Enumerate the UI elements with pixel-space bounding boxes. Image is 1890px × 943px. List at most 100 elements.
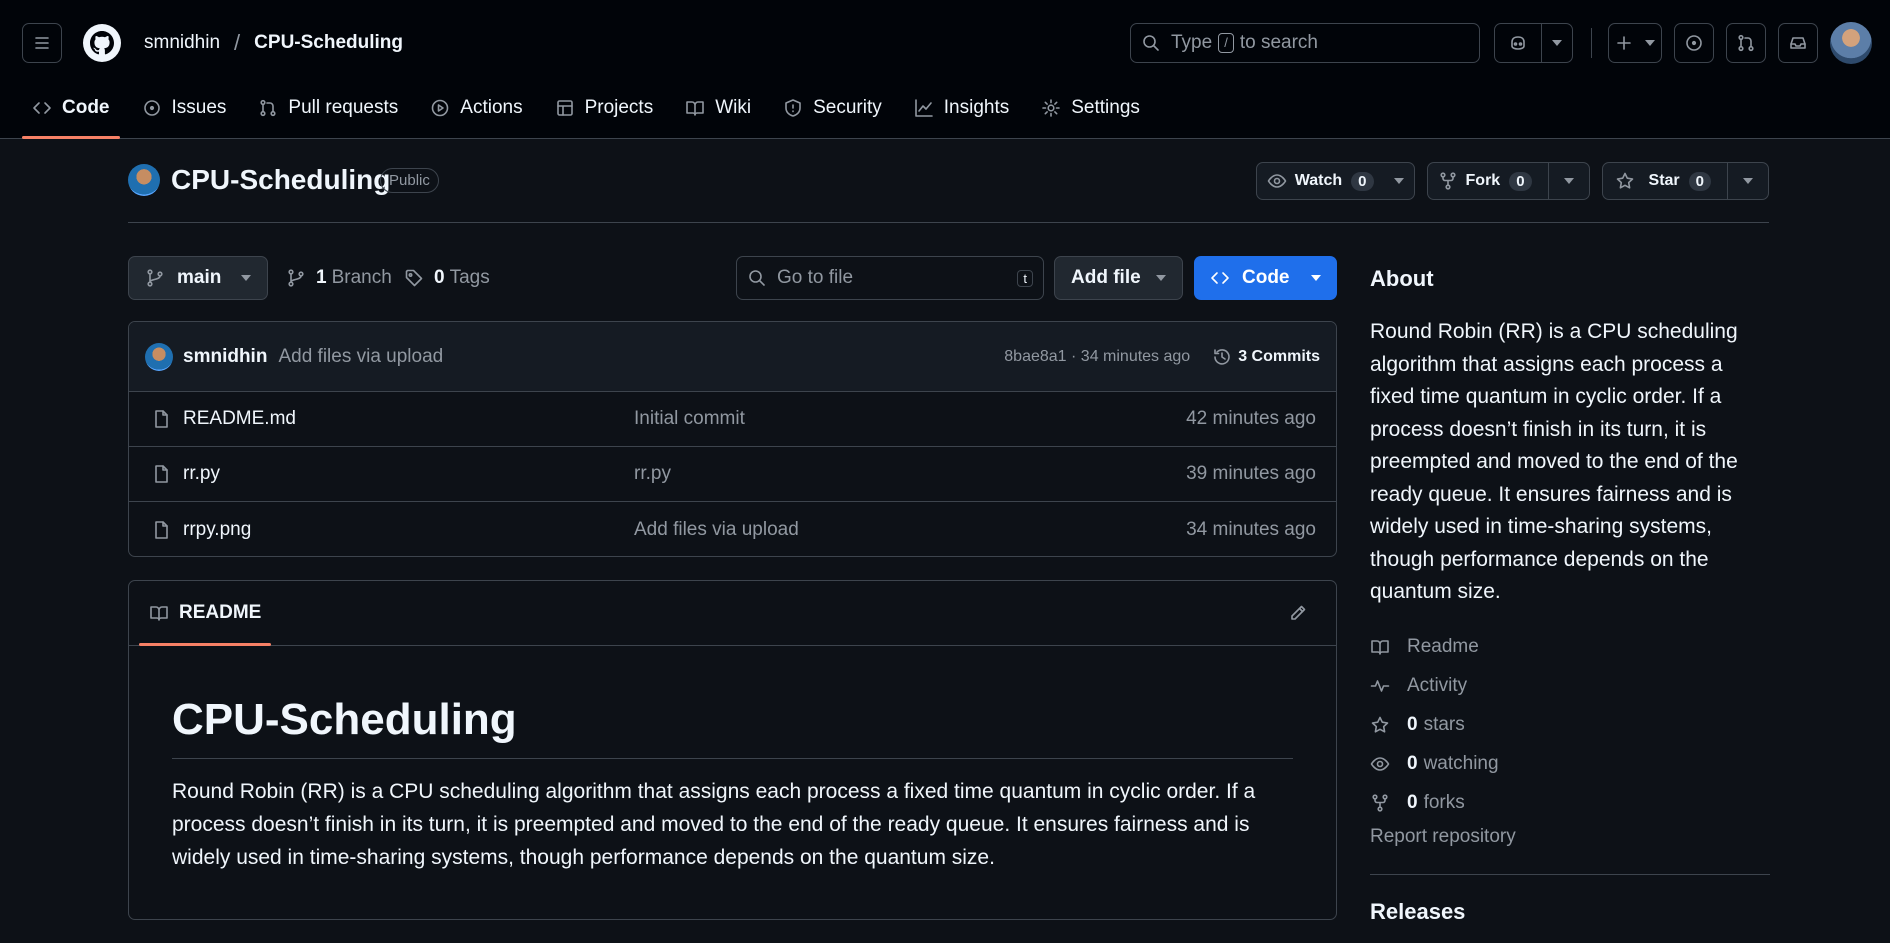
go-to-file-input[interactable]: Go to file t bbox=[736, 256, 1044, 300]
issue-icon bbox=[143, 100, 160, 116]
repo-title[interactable]: CPU-Scheduling bbox=[171, 164, 390, 196]
chevron-down-icon bbox=[1552, 40, 1562, 46]
header-divider bbox=[1591, 28, 1592, 58]
file-commit-message[interactable]: Add files via upload bbox=[634, 519, 799, 541]
file-row[interactable]: README.md Initial commit 42 minutes ago bbox=[129, 392, 1336, 447]
tab-label: Actions bbox=[460, 97, 523, 118]
about-description: Round Robin (RR) is a CPU scheduling alg… bbox=[1370, 320, 1738, 603]
file-name[interactable]: rr.py bbox=[183, 463, 220, 485]
file-commit-message[interactable]: Initial commit bbox=[634, 408, 745, 430]
github-logo-icon[interactable] bbox=[82, 23, 122, 63]
tags-link[interactable]: 0 Tags bbox=[404, 256, 490, 300]
fork-button-group: Fork 0 bbox=[1426, 162, 1590, 200]
file-commit-message[interactable]: rr.py bbox=[634, 463, 671, 485]
activity-link[interactable]: Activity bbox=[1370, 666, 1499, 705]
search-icon bbox=[1143, 35, 1159, 51]
file-commit-time: 42 minutes ago bbox=[1186, 408, 1316, 429]
branch-select-button[interactable]: main bbox=[128, 256, 268, 300]
report-repository-link[interactable]: Report repository bbox=[1370, 826, 1516, 848]
tab-insights[interactable]: Insights bbox=[904, 86, 1019, 130]
readme-tab[interactable]: README bbox=[139, 581, 272, 646]
pulse-icon bbox=[1370, 679, 1390, 692]
sidebar-divider bbox=[1370, 874, 1770, 875]
book-icon bbox=[686, 101, 705, 116]
file-name[interactable]: README.md bbox=[183, 408, 296, 430]
visibility-badge: Public bbox=[380, 168, 439, 193]
tab-projects[interactable]: Projects bbox=[545, 86, 664, 130]
fork-count: 0 bbox=[1509, 171, 1532, 191]
edit-readme-button[interactable] bbox=[1288, 603, 1308, 623]
branches-label: Branch bbox=[331, 267, 392, 288]
code-icon bbox=[1211, 272, 1229, 284]
hamburger-icon bbox=[35, 37, 49, 49]
forks-link[interactable]: 0 forks bbox=[1370, 783, 1499, 822]
menu-button[interactable] bbox=[22, 23, 62, 63]
pull-requests-button[interactable] bbox=[1726, 23, 1766, 63]
watch-button[interactable]: Watch 0 bbox=[1257, 163, 1384, 199]
star-dropdown-button[interactable] bbox=[1727, 163, 1768, 199]
tab-actions[interactable]: Actions bbox=[420, 86, 532, 130]
chevron-down-icon bbox=[1563, 178, 1574, 184]
inbox-button[interactable] bbox=[1778, 23, 1818, 63]
readme-paragraph: Round Robin (RR) is a CPU scheduling alg… bbox=[172, 780, 1256, 869]
copilot-dropdown-button[interactable] bbox=[1541, 24, 1572, 62]
readme-link-label: Readme bbox=[1407, 635, 1479, 657]
add-file-button[interactable]: Add file bbox=[1054, 256, 1183, 300]
breadcrumb-repo-link[interactable]: CPU-Scheduling bbox=[254, 32, 403, 54]
tab-pull-requests[interactable]: Pull requests bbox=[248, 86, 408, 130]
file-name[interactable]: rrpy.png bbox=[183, 519, 251, 541]
readme-link[interactable]: Readme bbox=[1370, 627, 1499, 666]
tab-label: Security bbox=[813, 97, 882, 118]
create-new-button[interactable] bbox=[1608, 23, 1662, 63]
commit-sha-time[interactable]: 8bae8a1 · 34 minutes ago bbox=[1004, 348, 1190, 366]
tab-code[interactable]: Code bbox=[22, 86, 120, 139]
star-button[interactable]: Star 0 bbox=[1603, 163, 1727, 199]
chevron-down-icon bbox=[241, 275, 251, 281]
tab-label: Settings bbox=[1071, 97, 1140, 118]
copilot-button[interactable] bbox=[1495, 24, 1541, 62]
file-row[interactable]: rrpy.png Add files via upload 34 minutes… bbox=[129, 502, 1336, 556]
owner-avatar[interactable] bbox=[128, 164, 160, 196]
issues-button[interactable] bbox=[1674, 23, 1714, 63]
forks-label: forks bbox=[1423, 791, 1465, 813]
file-icon bbox=[155, 465, 168, 483]
repo-nav-tabs: Code Issues Pull requests Actions Projec… bbox=[22, 86, 1162, 139]
eye-icon bbox=[1267, 174, 1287, 188]
watch-button-group: Watch 0 bbox=[1255, 162, 1415, 200]
commit-message[interactable]: Add files via upload bbox=[278, 346, 443, 368]
fork-dropdown-button[interactable] bbox=[1547, 163, 1589, 199]
breadcrumb-owner-link[interactable]: smnidhin bbox=[144, 32, 220, 54]
commit-author-avatar[interactable] bbox=[145, 342, 173, 371]
commits-history-link[interactable]: 3 Commits bbox=[1212, 347, 1320, 367]
tab-issues[interactable]: Issues bbox=[132, 86, 237, 130]
releases-heading[interactable]: Releases bbox=[1370, 899, 1465, 925]
code-button[interactable]: Code bbox=[1194, 256, 1337, 300]
star-icon bbox=[1371, 716, 1389, 733]
shield-icon bbox=[785, 99, 801, 117]
global-search-input[interactable]: Type / to search bbox=[1130, 23, 1480, 63]
branch-name: main bbox=[177, 267, 222, 288]
search-placeholder-suffix: to search bbox=[1239, 32, 1318, 53]
readme-title: CPU-Scheduling bbox=[172, 694, 1293, 759]
star-label: Star bbox=[1648, 172, 1680, 189]
copilot-button-group bbox=[1494, 23, 1573, 63]
user-avatar[interactable] bbox=[1830, 22, 1872, 64]
branches-link[interactable]: 1 Branch bbox=[286, 256, 392, 300]
stars-link[interactable]: 0 stars bbox=[1370, 705, 1499, 744]
tag-icon bbox=[405, 269, 423, 287]
file-icon bbox=[155, 520, 168, 539]
tab-wiki[interactable]: Wiki bbox=[675, 86, 761, 130]
fork-button[interactable]: Fork 0 bbox=[1428, 163, 1548, 199]
fork-icon bbox=[1439, 172, 1456, 190]
watching-link[interactable]: 0 watching bbox=[1370, 744, 1499, 783]
tags-count: 0 bbox=[434, 267, 445, 288]
tab-settings[interactable]: Settings bbox=[1031, 86, 1150, 130]
file-row[interactable]: rr.py rr.py 39 minutes ago bbox=[129, 447, 1336, 502]
file-toolbar: main 1 Branch 0 Tags Go to file t Add fi… bbox=[128, 256, 1337, 300]
watch-dropdown-button[interactable] bbox=[1384, 163, 1414, 199]
readme-panel: README CPU-Scheduling Round Robin (RR) i… bbox=[128, 580, 1337, 920]
tab-security[interactable]: Security bbox=[773, 86, 892, 130]
search-icon bbox=[749, 270, 765, 286]
commits-count: 3 Commits bbox=[1238, 347, 1320, 365]
commit-author[interactable]: smnidhin bbox=[183, 346, 267, 368]
